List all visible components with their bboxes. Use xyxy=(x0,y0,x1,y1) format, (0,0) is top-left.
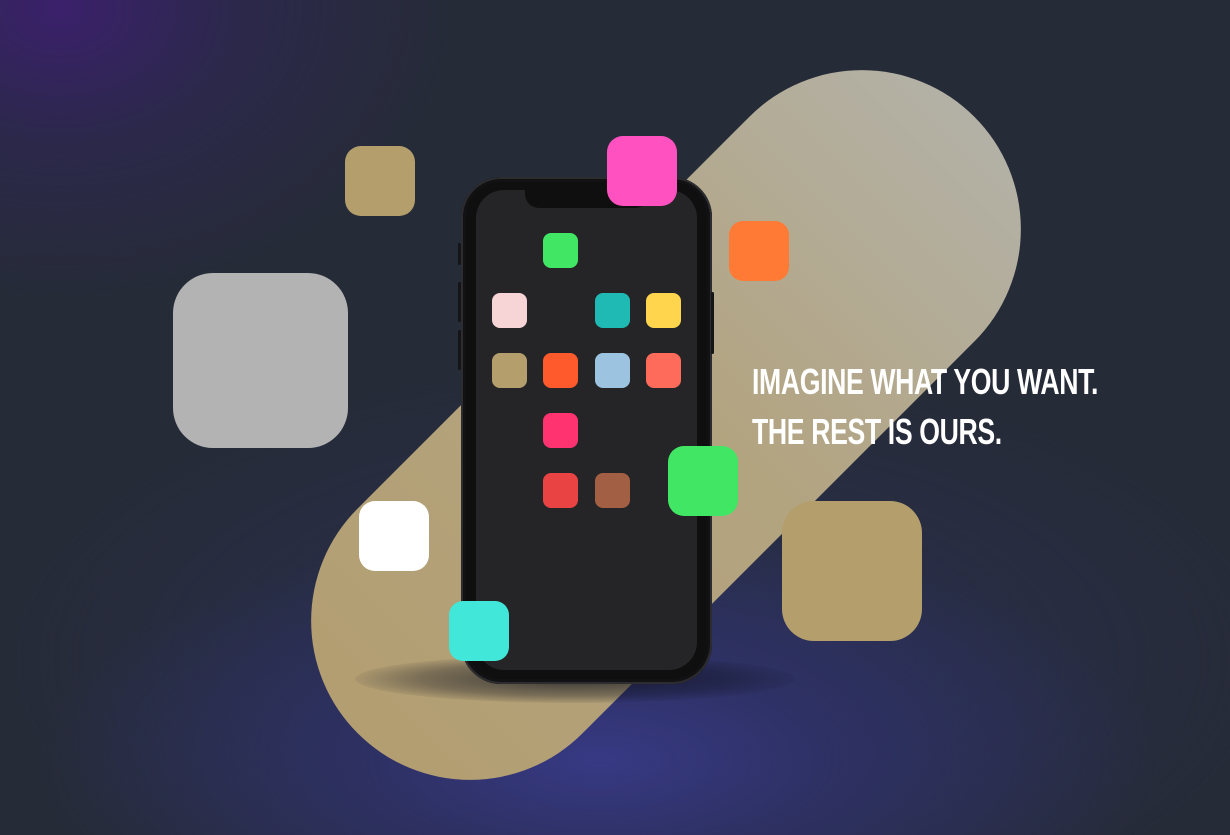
app-icon-hot-pink[interactable] xyxy=(543,413,578,448)
app-icon-light-blue[interactable] xyxy=(595,353,630,388)
floating-tile-tan-large xyxy=(782,501,922,641)
phone-side-button xyxy=(458,243,461,265)
hero-headline: IMAGINE WHAT YOU WANT. THE REST IS OURS. xyxy=(752,357,1098,457)
phone-power-button xyxy=(711,292,714,354)
app-icon-yellow[interactable] xyxy=(646,293,681,328)
floating-tile-green xyxy=(668,446,738,516)
app-icon-green[interactable] xyxy=(543,233,578,268)
phone-volume-up-button xyxy=(458,282,461,322)
floating-tile-gray xyxy=(173,273,348,448)
headline-line-2: THE REST IS OURS. xyxy=(752,411,1002,452)
hero-scene: IMAGINE WHAT YOU WANT. THE REST IS OURS. xyxy=(0,0,1230,835)
app-icon-tan[interactable] xyxy=(492,353,527,388)
floating-tile-tan-small xyxy=(345,146,415,216)
headline-line-1: IMAGINE WHAT YOU WANT. xyxy=(752,361,1099,402)
phone-screen xyxy=(476,190,697,670)
floating-tile-orange xyxy=(729,221,789,281)
phone-volume-down-button xyxy=(458,330,461,370)
app-icon-orange-red[interactable] xyxy=(543,353,578,388)
app-icon-red[interactable] xyxy=(543,473,578,508)
app-icon-pale-pink[interactable] xyxy=(492,293,527,328)
app-icon-teal[interactable] xyxy=(595,293,630,328)
app-icon-coral[interactable] xyxy=(646,353,681,388)
floating-tile-magenta xyxy=(607,136,677,206)
app-icon-brown[interactable] xyxy=(595,473,630,508)
floating-tile-white xyxy=(359,501,429,571)
floating-tile-cyan xyxy=(449,601,509,661)
